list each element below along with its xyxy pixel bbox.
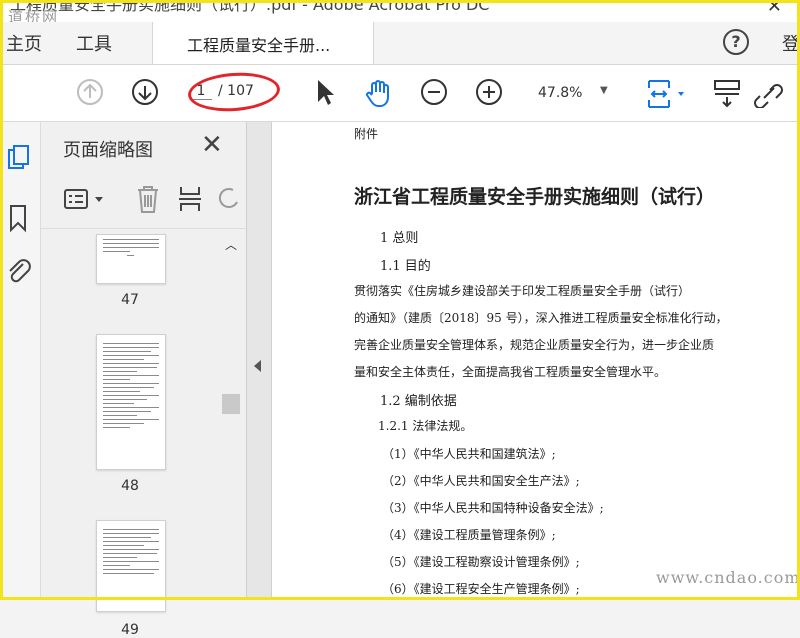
thumbnail-page-47[interactable] <box>96 234 166 284</box>
toolbar: 1/ 107 47.8% ▼ <box>0 65 800 122</box>
document-tab-label: 工程质量安全手册... <box>187 36 331 55</box>
watermark-top: 道桥网 <box>8 8 60 22</box>
doc-list-item: （1）《中华人民共和国建筑法》; <box>382 447 556 461</box>
rotate-icon[interactable] <box>219 184 239 214</box>
link-share-icon[interactable] <box>752 78 786 108</box>
doc-paragraph-line: 的通知》（建质〔2018〕95 号），深入推进工程质量安全标准化行动， <box>354 311 728 325</box>
doc-subsubheading: 1.2.1 法律法规。 <box>378 419 473 433</box>
help-icon[interactable]: ? <box>723 29 749 55</box>
title-bar: 工程质量安全手册实施细则（试行）.pdf - Adobe Acrobat Pro… <box>0 0 800 22</box>
doc-list-item: （3）《中华人民共和国特种设备安全法》; <box>382 501 604 515</box>
doc-paragraph-line: 量和安全主体责任，全面提高我省工程质量安全管理水平。 <box>354 365 667 379</box>
doc-list-item: （5）《建设工程勘察设计管理条例》; <box>382 555 580 569</box>
delete-icon[interactable] <box>135 184 161 214</box>
doc-list-item: （4）《建设工程质量管理条例》; <box>382 528 556 542</box>
close-icon[interactable]: ✕ <box>201 130 223 160</box>
scroll-mode-icon[interactable] <box>712 78 742 108</box>
doc-paragraph-line: 完善企业质量安全管理体系，规范企业质量安全行为，进一步企业质 <box>354 338 715 352</box>
previous-page-icon[interactable] <box>76 78 104 106</box>
panel-toolbar <box>41 172 246 229</box>
chevron-down-icon[interactable]: ▼ <box>600 85 608 96</box>
hand-tool-icon[interactable] <box>364 78 394 108</box>
doc-list-item: （6）《建设工程安全生产管理条例》; <box>382 582 580 596</box>
select-pointer-icon[interactable] <box>314 78 336 106</box>
next-page-icon[interactable] <box>131 78 159 106</box>
zoom-in-icon[interactable] <box>475 78 503 106</box>
page-thumbnails-icon[interactable] <box>5 142 33 174</box>
doc-subheading: 1.1 目的 <box>380 259 431 274</box>
window-close-icon[interactable]: ✕ <box>767 0 782 17</box>
menu-tools[interactable]: 工具 <box>76 30 112 56</box>
thumbnail-number: 47 <box>121 292 139 308</box>
panel-title: 页面缩略图 <box>63 140 153 161</box>
thumbnail-number: 49 <box>121 622 139 638</box>
doc-paragraph-line: 贯彻落实《住房城乡建设部关于印发工程质量安全手册（试行） <box>354 284 691 298</box>
insert-pages-icon[interactable] <box>177 184 203 214</box>
zoom-out-icon[interactable] <box>420 78 448 106</box>
login-button[interactable]: 登 <box>782 30 800 56</box>
document-page: 附件 浙江省工程质量安全手册实施细则（试行） 1 总则 1.1 目的 贯彻落实《… <box>272 122 800 600</box>
watermark-bottom: www.cndao.com <box>656 568 800 587</box>
thumbnail-page-49[interactable] <box>96 520 166 612</box>
doc-list-item: （2）《中华人民共和国安全生产法》; <box>382 474 580 488</box>
collapse-arrow-icon[interactable] <box>254 360 261 372</box>
fit-page-icon[interactable] <box>645 78 687 110</box>
options-menu-icon[interactable] <box>63 186 109 212</box>
thumbnail-panel: 页面缩略图 ✕ 47 48 49 ︿ <box>41 122 247 638</box>
document-tab[interactable]: 工程质量安全手册... <box>152 22 374 64</box>
doc-attachment-label: 附件 <box>354 127 379 141</box>
zoom-level[interactable]: 47.8% <box>538 85 582 101</box>
attachment-icon[interactable] <box>5 256 33 288</box>
doc-heading: 1 总则 <box>380 231 419 246</box>
scroll-up-icon[interactable]: ︿ <box>225 236 237 253</box>
thumbnail-number: 48 <box>121 478 139 494</box>
window-title: 工程质量安全手册实施细则（试行）.pdf - Adobe Acrobat Pro… <box>10 0 490 14</box>
tab-row: 主页 工具 工程质量安全手册... ? 登 <box>0 22 800 65</box>
scrollbar-thumb[interactable] <box>222 394 240 414</box>
doc-title: 浙江省工程质量安全手册实施细则（试行） <box>354 186 716 208</box>
doc-subheading: 1.2 编制依据 <box>380 394 457 409</box>
left-icon-rail <box>0 122 41 600</box>
thumbnail-scrollbar[interactable] <box>223 236 239 600</box>
thumbnail-page-48[interactable] <box>96 334 166 470</box>
menu-home[interactable]: 主页 <box>6 30 42 56</box>
red-annotation-ellipse <box>186 69 282 115</box>
bookmark-icon[interactable] <box>5 202 33 234</box>
panel-splitter[interactable] <box>247 122 272 600</box>
